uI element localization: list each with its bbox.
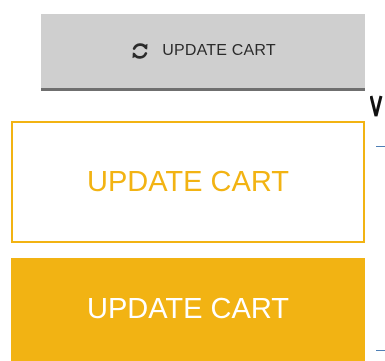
cropped-edge-glyph	[370, 94, 385, 118]
update-cart-label: UPDATE CART	[87, 165, 289, 198]
update-cart-button-solid[interactable]: UPDATE CART	[11, 258, 365, 361]
refresh-icon	[130, 41, 150, 61]
edge-tick-mark	[376, 350, 385, 351]
update-cart-label: UPDATE CART	[162, 42, 276, 59]
update-cart-button-grey[interactable]: UPDATE CART	[41, 14, 365, 91]
edge-tick-mark	[376, 146, 385, 147]
update-cart-label: UPDATE CART	[87, 293, 289, 325]
update-cart-button-outline[interactable]: UPDATE CART	[11, 121, 365, 243]
